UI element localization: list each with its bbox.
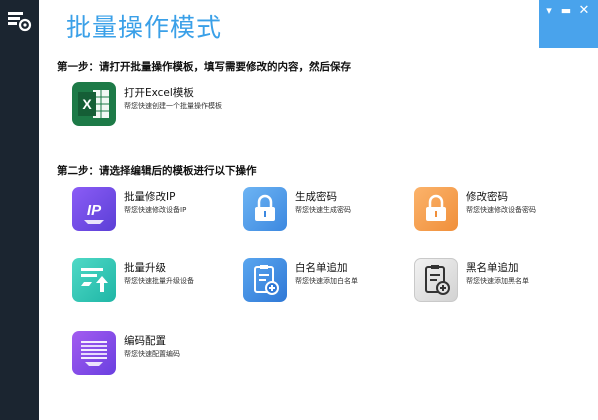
batch-upgrade-label: 批量升级	[124, 262, 166, 274]
excel-icon: X	[72, 82, 116, 126]
blacklist-icon	[414, 258, 458, 302]
modify-password-desc: 帮您快速修改设备密码	[466, 206, 536, 214]
lock-icon	[414, 187, 458, 231]
batch-upgrade-desc: 帮您快速批量升级设备	[124, 277, 194, 285]
app-settings-icon[interactable]	[7, 10, 33, 32]
ip-icon: IP	[72, 187, 116, 231]
generate-password-desc: 帮您快速生成密码	[295, 206, 351, 214]
whitelist-add-label: 白名单追加	[295, 262, 348, 274]
open-excel-desc: 帮您快速创建一个批量操作模板	[124, 102, 222, 110]
modify-password-label: 修改密码	[466, 191, 508, 203]
encoding-config-desc: 帮您快速配置编码	[124, 350, 180, 358]
close-icon[interactable]: ✕	[577, 4, 591, 17]
sidebar	[0, 0, 39, 420]
page-title: 批量操作模式	[66, 13, 223, 42]
step1-label: 第一步：请打开批量操作模板，填写需要修改的内容，然后保存	[57, 61, 351, 73]
whitelist-add-desc: 帮您快速添加白名单	[295, 277, 358, 285]
step2-label: 第二步：请选择编辑后的模板进行以下操作	[57, 165, 257, 177]
menu-dropdown-icon[interactable]: ▾	[542, 5, 556, 17]
minimize-icon[interactable]: ▬	[559, 5, 573, 17]
lock-icon	[243, 187, 287, 231]
whitelist-icon	[243, 258, 287, 302]
open-excel-label: 打开Excel模板	[124, 87, 194, 99]
encoding-icon	[72, 331, 116, 375]
batch-modify-ip-label: 批量修改IP	[124, 191, 176, 203]
blacklist-add-label: 黑名单追加	[466, 262, 519, 274]
generate-password-label: 生成密码	[295, 191, 337, 203]
upgrade-icon	[72, 258, 116, 302]
batch-modify-ip-desc: 帮您快速修改设备IP	[124, 206, 187, 214]
window-controls: ▾ ▬ ✕	[539, 0, 598, 48]
svg-text:IP: IP	[87, 202, 102, 219]
blacklist-add-desc: 帮您快速添加黑名单	[466, 277, 529, 285]
svg-text:X: X	[82, 96, 92, 112]
encoding-config-label: 编码配置	[124, 335, 166, 347]
